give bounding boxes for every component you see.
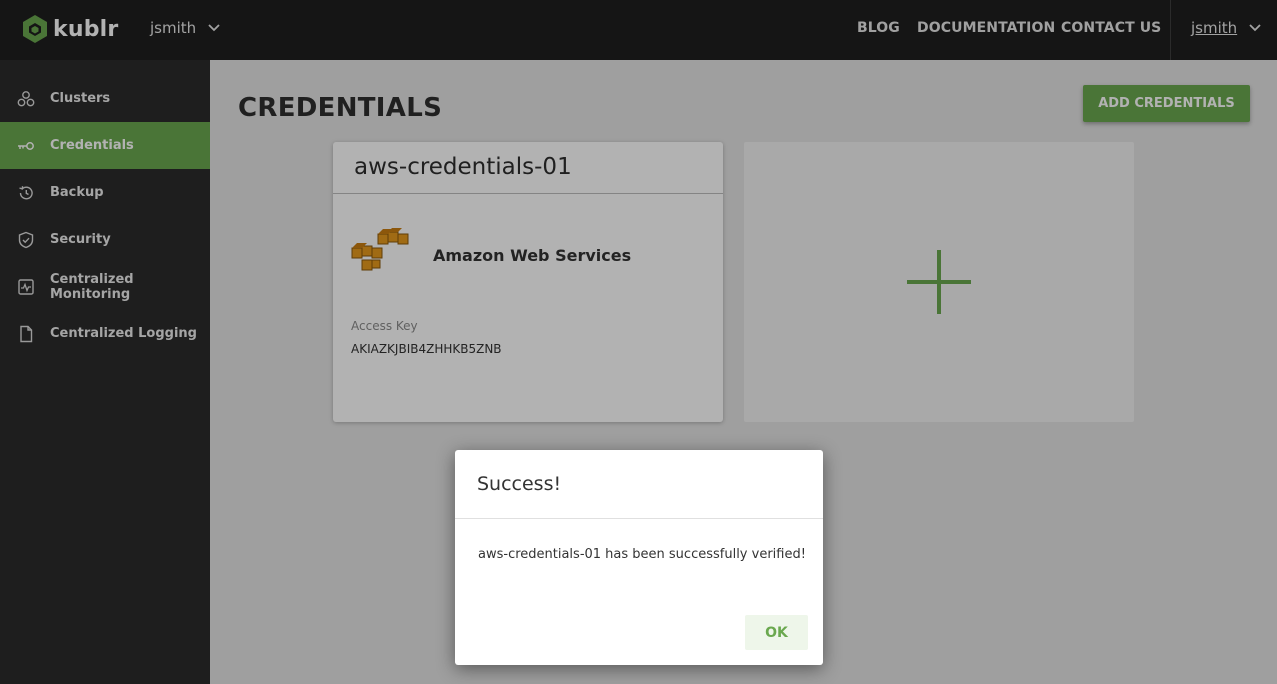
dialog-divider (455, 518, 823, 519)
success-dialog: Success! aws-credentials-01 has been suc… (455, 450, 823, 665)
ok-button[interactable]: OK (745, 615, 808, 650)
dialog-message: aws-credentials-01 has been successfully… (478, 547, 806, 562)
dialog-title: Success! (477, 473, 562, 495)
